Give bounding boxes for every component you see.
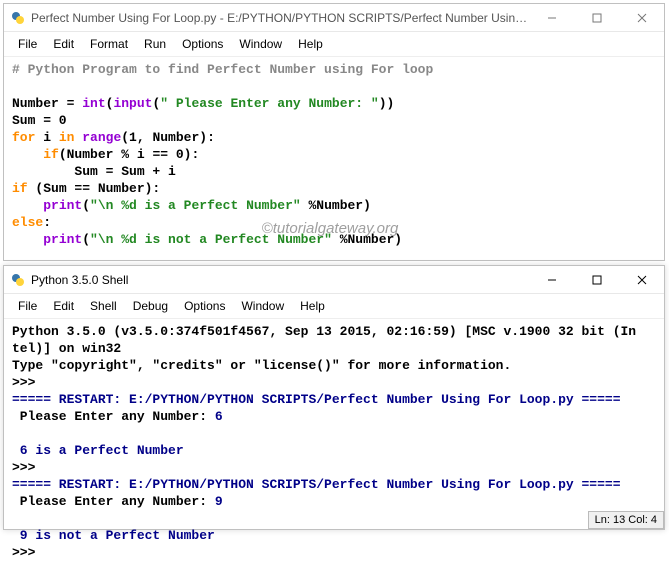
maximize-button[interactable] [574,266,619,294]
menu-file[interactable]: File [10,35,45,53]
menu-debug[interactable]: Debug [125,297,176,315]
shell-titlebar[interactable]: Python 3.5.0 Shell [4,266,664,294]
menu-help[interactable]: Help [290,35,331,53]
menu-shell[interactable]: Shell [82,297,125,315]
editor-menubar: File Edit Format Run Options Window Help [4,32,664,57]
python-shell-icon [10,272,26,288]
menu-edit[interactable]: Edit [45,297,82,315]
shell-menubar: File Edit Shell Debug Options Window Hel… [4,294,664,319]
menu-help[interactable]: Help [292,297,333,315]
shell-title: Python 3.5.0 Shell [31,273,529,287]
status-bar: Ln: 13 Col: 4 [588,511,664,529]
menu-file[interactable]: File [10,297,45,315]
menu-edit[interactable]: Edit [45,35,82,53]
code-editor[interactable]: # Python Program to find Perfect Number … [4,57,664,252]
menu-options[interactable]: Options [176,297,233,315]
menu-window[interactable]: Window [231,35,290,53]
shell-window-buttons [529,266,664,294]
shell-window: Python 3.5.0 Shell File Edit Shell Debug… [3,265,665,530]
maximize-button[interactable] [574,4,619,32]
minimize-button[interactable] [529,266,574,294]
editor-titlebar[interactable]: Perfect Number Using For Loop.py - E:/PY… [4,4,664,32]
menu-window[interactable]: Window [233,297,292,315]
menu-run[interactable]: Run [136,35,174,53]
close-button[interactable] [619,266,664,294]
menu-format[interactable]: Format [82,35,136,53]
editor-window: Perfect Number Using For Loop.py - E:/PY… [3,3,665,261]
minimize-button[interactable] [529,4,574,32]
menu-options[interactable]: Options [174,35,231,53]
editor-window-buttons [529,4,664,32]
python-file-icon [10,10,26,26]
close-button[interactable] [619,4,664,32]
shell-output[interactable]: Python 3.5.0 (v3.5.0:374f501f4567, Sep 1… [4,319,664,565]
editor-title: Perfect Number Using For Loop.py - E:/PY… [31,11,529,25]
